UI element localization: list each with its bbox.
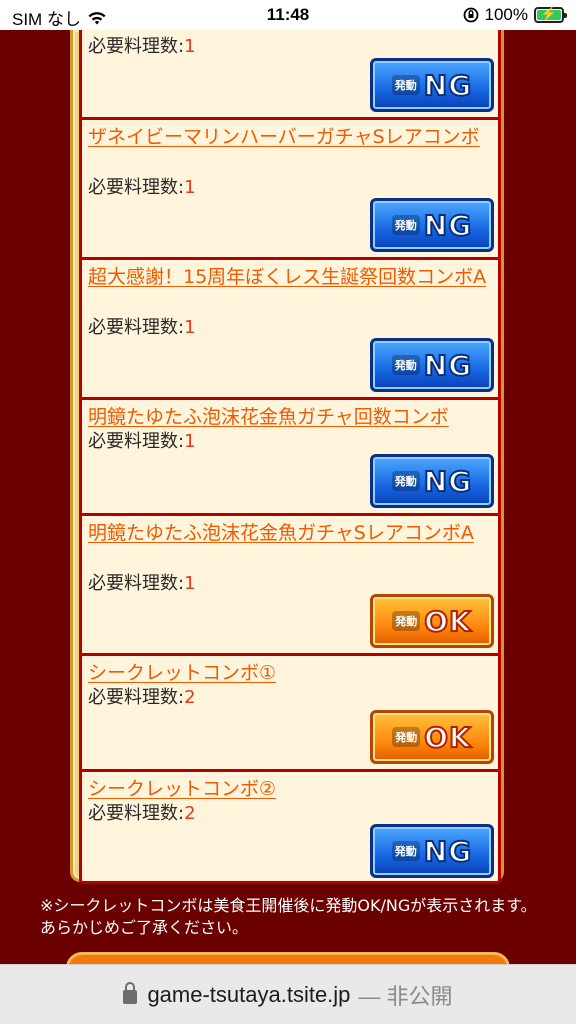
combo-item: シークレットコンボ① 必要料理数:2 発動 OK	[79, 656, 501, 772]
required-count-label: 必要料理数:	[88, 317, 185, 338]
required-count-value: 1	[184, 573, 196, 594]
activate-ng-button[interactable]: 発動 NG	[370, 454, 494, 508]
url-privacy-label: — 非公開	[358, 983, 453, 1009]
required-count-label: 必要料理数:	[88, 573, 185, 594]
status-label: NG	[423, 348, 473, 383]
required-count-label: 必要料理数:	[88, 687, 185, 708]
status-label: NG	[423, 68, 473, 103]
required-count-label: 必要料理数:	[88, 36, 185, 57]
activate-label: 発動	[391, 471, 420, 491]
status-label: NG	[423, 464, 473, 499]
combo-panel: 必要料理数:1 発動 NG ザネイビーマリンハーバーガチャSレアコンボ 必要料理…	[70, 30, 504, 884]
battery-charging-icon: ⚡	[534, 6, 567, 23]
required-count-value: 1	[184, 36, 196, 57]
required-count: 必要料理数:1	[88, 430, 196, 454]
orientation-lock-icon	[463, 7, 478, 23]
combo-item: 明鏡たゆたふ泡沫花金魚ガチャ回数コンボ 必要料理数:1 発動 NG	[79, 400, 501, 516]
combo-list: 必要料理数:1 発動 NG ザネイビーマリンハーバーガチャSレアコンボ 必要料理…	[79, 30, 501, 884]
activate-ng-button[interactable]: 発動 NG	[370, 338, 494, 392]
secret-combo-note: ※シークレットコンボは美食王開催後に発動OK/NGが表示されます。あらかじめご了…	[40, 896, 537, 937]
combo-item: ザネイビーマリンハーバーガチャSレアコンボ 必要料理数:1 発動 NG	[79, 120, 501, 260]
combo-item: 超大感謝！15周年ぼくレス生誕祭回数コンボA 必要料理数:1 発動 NG	[79, 260, 501, 400]
combo-title-link[interactable]: 明鏡たゆたふ泡沫花金魚ガチャ回数コンボ	[88, 404, 496, 430]
combo-item: 明鏡たゆたふ泡沫花金魚ガチャSレアコンボA 必要料理数:1 発動 OK	[79, 516, 501, 656]
required-count: 必要料理数:1	[88, 572, 196, 596]
activate-label: 発動	[392, 727, 421, 747]
combo-item: シークレットコンボ② 必要料理数:2 発動 NG	[79, 772, 501, 884]
activate-ng-button[interactable]: 発動 NG	[370, 58, 494, 112]
status-label: OK	[423, 720, 472, 755]
activate-ok-button[interactable]: 発動 OK	[370, 594, 494, 648]
activate-ng-button[interactable]: 発動 NG	[370, 198, 494, 252]
required-count-value: 2	[184, 803, 196, 824]
status-label: OK	[423, 604, 472, 639]
activate-ng-button[interactable]: 発動 NG	[370, 824, 494, 878]
status-label: NG	[423, 208, 473, 243]
activate-label: 発動	[391, 215, 420, 235]
activate-label: 発動	[391, 75, 420, 95]
required-count-value: 1	[184, 431, 196, 452]
combo-title-link[interactable]: 明鏡たゆたふ泡沫花金魚ガチャSレアコンボA	[88, 520, 496, 546]
combo-item: 必要料理数:1 発動 NG	[79, 30, 501, 120]
required-count: 必要料理数:1	[88, 176, 196, 200]
url-domain: game-tsutaya.tsite.jp	[147, 981, 351, 1007]
activate-ok-button[interactable]: 発動 OK	[370, 710, 494, 764]
status-label: NG	[423, 834, 473, 869]
required-count: 必要料理数:1	[88, 316, 196, 340]
required-count: 必要料理数:1	[88, 35, 196, 59]
required-count-label: 必要料理数:	[88, 177, 185, 198]
combo-title-link[interactable]: ザネイビーマリンハーバーガチャSレアコンボ	[88, 124, 496, 150]
combo-title-link[interactable]: 超大感謝！15周年ぼくレス生誕祭回数コンボA	[88, 264, 496, 290]
status-right-group: 100% ⚡	[463, 5, 567, 25]
status-bar: SIM なし 11:48 100% ⚡	[0, 0, 576, 30]
combo-title-link[interactable]: シークレットコンボ①	[88, 660, 496, 686]
activate-label: 発動	[392, 611, 421, 631]
required-count: 必要料理数:2	[88, 802, 196, 826]
required-count-label: 必要料理数:	[88, 431, 185, 452]
required-count-value: 2	[184, 687, 196, 708]
required-count-value: 1	[184, 177, 196, 198]
activate-label: 発動	[391, 841, 420, 861]
combo-title-link[interactable]: シークレットコンボ②	[88, 776, 496, 802]
url-bar[interactable]: game-tsutaya.tsite.jp — 非公開	[0, 964, 576, 1024]
required-count-label: 必要料理数:	[88, 803, 185, 824]
battery-percent: 100%	[484, 5, 528, 24]
lock-icon	[123, 981, 138, 1004]
required-count: 必要料理数:2	[88, 686, 196, 710]
required-count-value: 1	[184, 317, 196, 338]
activate-label: 発動	[391, 355, 420, 375]
